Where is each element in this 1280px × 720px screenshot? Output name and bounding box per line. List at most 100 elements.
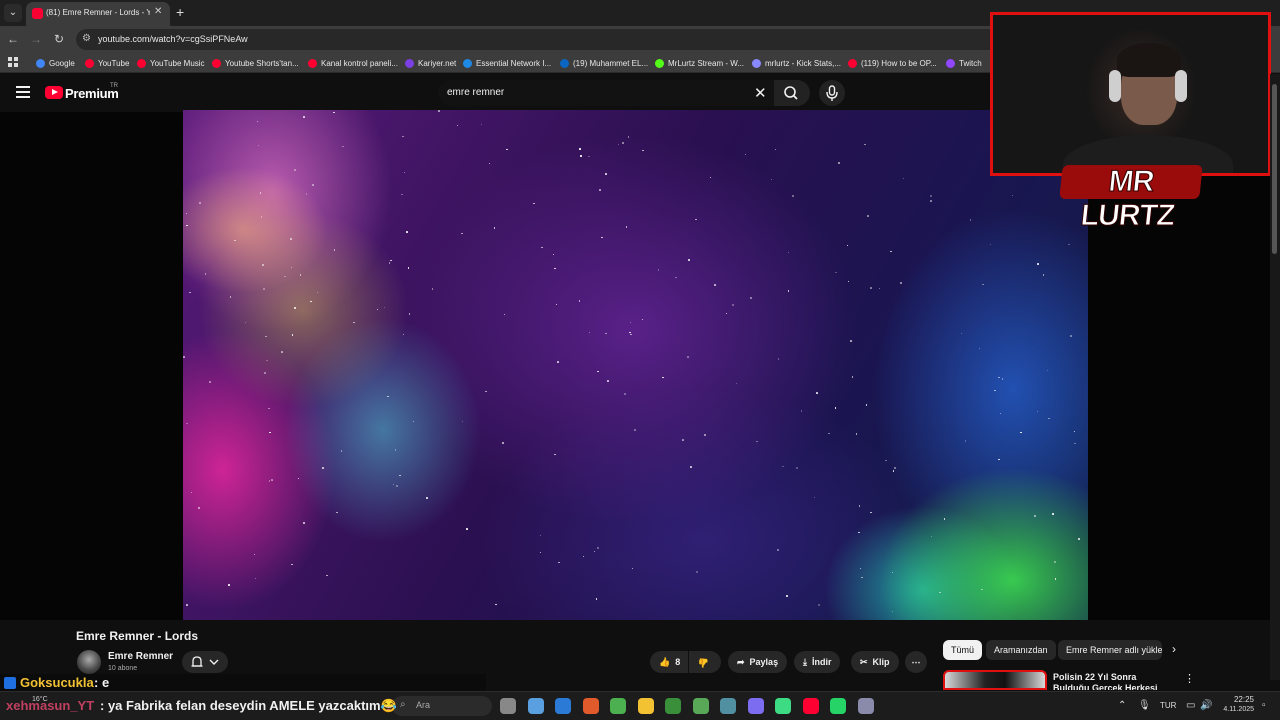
star-particle	[580, 155, 582, 157]
bookmark-label: Kanal kontrol paneli...	[321, 58, 398, 68]
apps-grid-icon[interactable]	[8, 57, 18, 67]
back-icon[interactable]: ←	[4, 30, 22, 48]
search-button[interactable]	[774, 80, 810, 106]
channel-avatar[interactable]	[77, 650, 101, 674]
dislike-button[interactable]: 👍	[689, 651, 721, 673]
tray-overflow-icon[interactable]: ⌃	[1118, 700, 1126, 711]
browser-tab-active[interactable]: (81) Emre Remner - Lords - You ✕	[26, 2, 170, 26]
reload-icon[interactable]: ↻	[50, 30, 68, 48]
bookmark-item[interactable]: Essential Network I...	[463, 56, 551, 70]
star-particle	[595, 598, 598, 600]
volume-icon[interactable]: 🔊	[1200, 700, 1212, 711]
steam-icon[interactable]	[720, 698, 736, 714]
android-icon[interactable]	[775, 698, 791, 714]
bookmark-favicon-icon	[655, 58, 664, 68]
star-particle	[930, 200, 932, 202]
like-button[interactable]: 👍 8	[650, 651, 688, 673]
bookmark-item[interactable]: Kariyer.net	[405, 56, 456, 70]
star-particle	[310, 300, 312, 303]
more-actions-button[interactable]: ⋯	[905, 651, 927, 673]
file-explorer-icon[interactable]	[637, 698, 654, 714]
notification-bell-button[interactable]	[182, 651, 228, 673]
input-language[interactable]: TUR	[1160, 701, 1176, 710]
bookmark-item[interactable]: (19) Muhammet EL...	[560, 56, 648, 70]
whatsapp-icon[interactable]	[830, 698, 846, 714]
star-particle	[263, 288, 265, 290]
brave-icon[interactable]	[582, 698, 599, 714]
star-particle	[554, 267, 556, 270]
bookmark-item[interactable]: YouTube	[85, 56, 129, 70]
star-particle	[502, 442, 504, 444]
taskbar-search-placeholder: Ara	[416, 700, 431, 710]
task-view-icon[interactable]	[527, 698, 544, 714]
bookmark-item[interactable]: Youtube Shorts'tan...	[212, 56, 299, 70]
bookmark-label: Google	[49, 58, 75, 68]
star-particle	[998, 458, 1000, 461]
network-icon[interactable]: ▭	[1186, 700, 1195, 711]
menu-icon[interactable]	[16, 86, 30, 98]
star-particle	[495, 603, 497, 606]
clock-date[interactable]: 4.11.2025	[1212, 706, 1254, 713]
bookmark-item[interactable]: Twitch	[946, 56, 982, 70]
page-scrollbar[interactable]	[1270, 74, 1280, 680]
star-particle	[333, 249, 336, 251]
star-particle	[284, 275, 286, 278]
star-particle	[634, 429, 636, 431]
site-info-icon[interactable]: ⚙	[82, 33, 91, 44]
new-tab-button[interactable]: +	[176, 4, 184, 20]
forward-icon[interactable]: →	[27, 30, 45, 48]
chip-from-search[interactable]: Aramanızdan	[986, 640, 1056, 660]
youtube-logo-icon[interactable]	[45, 86, 63, 99]
tab-close-icon[interactable]: ✕	[154, 6, 162, 17]
voice-search-button[interactable]	[819, 80, 845, 106]
taskbar-search[interactable]: ⌕ Ara	[392, 696, 492, 716]
notepad-icon[interactable]	[857, 698, 874, 714]
star-particle	[297, 477, 300, 480]
chrome-icon[interactable]	[610, 698, 626, 714]
star-particle	[828, 432, 830, 435]
chip-from-uploader[interactable]: Emre Remner adlı yükleyiciden	[1058, 640, 1162, 660]
chip-all[interactable]: Tümü	[943, 640, 983, 660]
star-particle	[657, 269, 660, 271]
star-particle	[588, 331, 591, 334]
search-query: emre remner	[447, 87, 505, 98]
microphone-tray-icon[interactable]: 🎙	[1138, 700, 1151, 711]
minecraft-icon[interactable]	[665, 698, 681, 714]
clock-time[interactable]: 22:25	[1222, 695, 1254, 704]
download-button[interactable]: ⤓ İndir	[794, 651, 841, 673]
search-input[interactable]: emre remner ✕	[438, 80, 774, 106]
thumbs-up-icon: 👍	[659, 656, 671, 667]
minecraft-launcher-icon[interactable]	[692, 698, 709, 714]
clip-button[interactable]: ✂ Klip	[851, 651, 899, 673]
star-particle	[601, 236, 603, 239]
widgets-icon[interactable]	[500, 698, 516, 714]
bookmark-item[interactable]: mrlurtz - Kick Stats,...	[752, 56, 841, 70]
bookmark-item[interactable]: YouTube Music	[137, 56, 205, 70]
star-particle	[578, 300, 581, 302]
bookmark-item[interactable]: Google	[36, 56, 75, 70]
channel-name[interactable]: Emre Remner	[108, 651, 173, 662]
video-player[interactable]	[183, 110, 1088, 620]
star-particle	[847, 280, 850, 283]
bookmark-item[interactable]: MrLurtz Stream - W...	[655, 56, 744, 70]
youtube-app-icon[interactable]	[802, 698, 819, 714]
address-bar[interactable]: ⚙ youtube.com/watch?v=cgSsiPFNeAw	[76, 29, 1016, 50]
star-particle	[813, 496, 816, 499]
more-icon: ⋯	[911, 656, 921, 667]
scrollbar-thumb[interactable]	[1272, 84, 1277, 254]
bookmark-item[interactable]: Kanal kontrol paneli...	[308, 56, 398, 70]
notifications-icon[interactable]: ▫	[1262, 700, 1266, 711]
tab-search-button[interactable]: ⌄	[4, 4, 22, 22]
recommended-thumbnail[interactable]	[943, 670, 1047, 690]
star-particle	[503, 313, 506, 316]
store-icon[interactable]	[555, 698, 571, 714]
chevron-right-icon[interactable]: ›	[1172, 642, 1176, 656]
bookmark-item[interactable]: (119) How to be OP...	[848, 56, 937, 70]
star-particle	[555, 303, 558, 306]
more-vertical-icon[interactable]: ⋮	[1184, 672, 1195, 685]
star-particle	[750, 297, 752, 299]
clear-search-icon[interactable]: ✕	[754, 84, 767, 102]
recommended-title[interactable]: Polisin 22 Yıl Sonra Bulduğu Gerçek Herk…	[1053, 672, 1173, 690]
share-button[interactable]: ➦ Paylaş	[728, 651, 788, 673]
discord-icon[interactable]	[747, 698, 764, 714]
